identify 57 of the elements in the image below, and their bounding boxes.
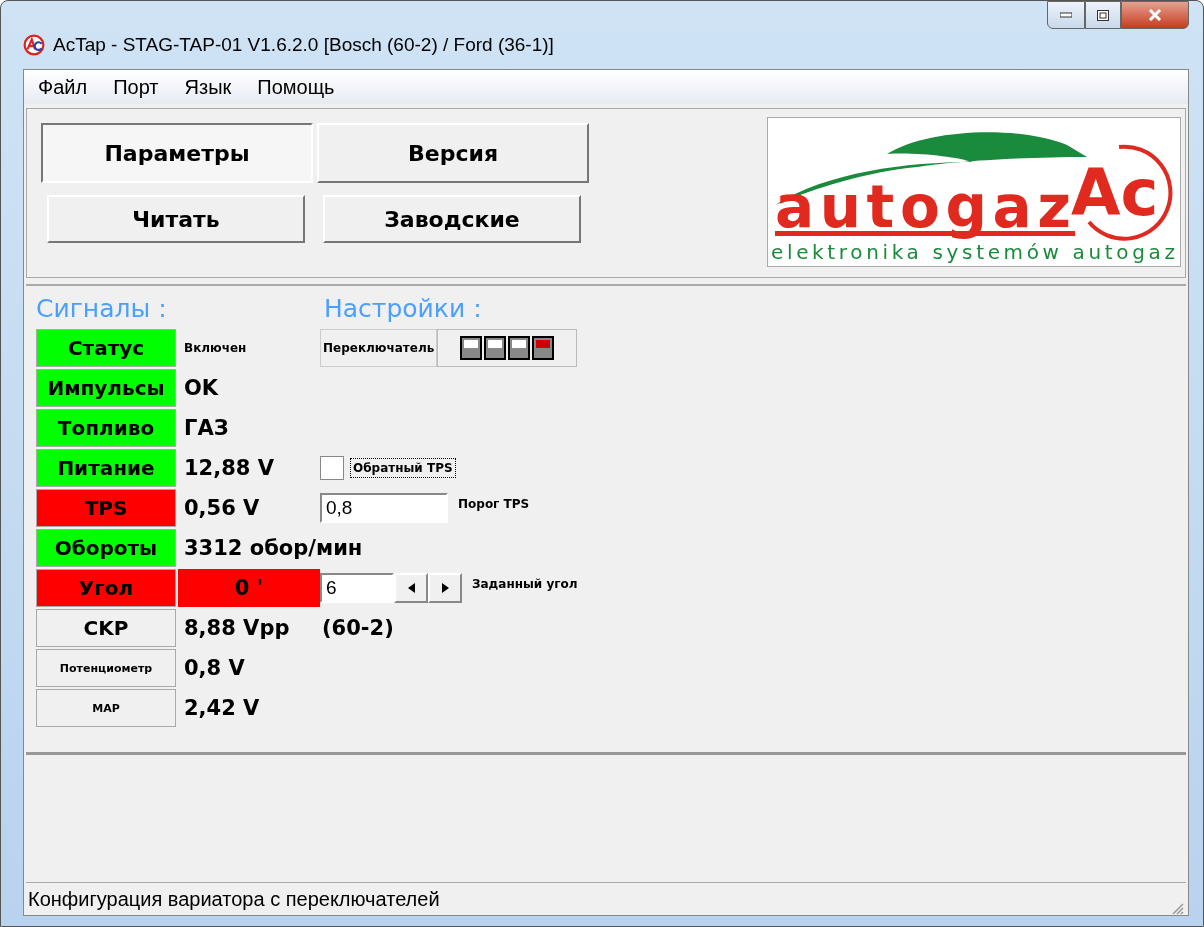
field-label: Заданный угол — [472, 577, 578, 591]
toolbar-button[interactable]: Читать — [47, 195, 305, 243]
decrease-button[interactable] — [394, 573, 428, 603]
toolbar-button[interactable]: Заводские — [323, 195, 581, 243]
close-button[interactable] — [1121, 1, 1189, 29]
status-text: Конфигурация вариатора с переключателей — [28, 887, 440, 911]
field-label: Порог TPS — [458, 497, 530, 511]
menu-item[interactable]: Помощь — [257, 75, 335, 99]
menu-item[interactable]: Файл — [38, 75, 88, 99]
dip-switch[interactable] — [460, 336, 483, 360]
signal-value: 0 ' — [178, 569, 320, 607]
signal-value: OK — [183, 375, 220, 402]
dip-switch[interactable] — [532, 336, 555, 360]
signal-label: Топливо — [36, 409, 176, 447]
signal-extra: (60-2) — [322, 616, 394, 640]
signal-value: 0,8 V — [183, 655, 246, 682]
toolbar-button[interactable]: Параметры — [41, 123, 313, 183]
menu-item[interactable]: Порт — [113, 75, 159, 99]
signal-label: TPS — [36, 489, 176, 527]
signal-value: ГАЗ — [183, 415, 230, 442]
section-title: Настройки : — [324, 294, 483, 325]
left-arrow-icon — [407, 583, 415, 593]
signal-label: CKP — [36, 609, 176, 647]
maximize-button[interactable] — [1085, 1, 1121, 29]
checkbox-label[interactable]: Обратный TPS — [350, 458, 456, 478]
resize-grip-icon — [1170, 901, 1184, 915]
signal-label: MAP — [36, 689, 176, 727]
signal-value: 2,42 V — [183, 695, 261, 722]
dip-switch[interactable] — [508, 336, 531, 360]
signal-label: Обороты — [36, 529, 176, 567]
section-title: Сигналы : — [36, 294, 168, 325]
window-title: AcTap - STAG-TAP-01 V1.6.2.0 [Bosch (60-2) / Ford (36-1)] — [53, 34, 554, 56]
threshold-field[interactable]: 0,8 — [320, 493, 448, 523]
minimize-button[interactable] — [1047, 1, 1085, 29]
menu-item[interactable]: Язык — [184, 75, 232, 99]
signal-label: Потенциометр — [36, 649, 176, 687]
signal-label: Питание — [36, 449, 176, 487]
signal-label: Статус — [36, 329, 176, 367]
close-icon — [1148, 9, 1162, 21]
signal-label: Угол — [36, 569, 176, 607]
company-logo: autogazAc elektronika systemów autogaz — [767, 117, 1181, 267]
signal-value: 8,88 Vpp — [183, 615, 291, 642]
maximize-icon — [1097, 9, 1109, 21]
angle-field[interactable]: 6 — [320, 573, 394, 603]
signal-value: 3312 обор/мин — [183, 535, 363, 562]
app-logo-icon — [23, 34, 45, 56]
signal-label: Импульсы — [36, 369, 176, 407]
checkbox[interactable] — [320, 456, 344, 480]
increase-button[interactable] — [428, 573, 462, 603]
signal-value: 0,56 V — [183, 495, 261, 522]
switch-label: Переключатель — [320, 329, 438, 367]
toolbar-button[interactable]: Версия — [317, 123, 589, 183]
signal-value: 12,88 V — [183, 455, 275, 482]
minimize-icon — [1060, 12, 1072, 18]
signal-value: Включен — [183, 340, 248, 357]
dip-switch[interactable] — [484, 336, 507, 360]
right-arrow-icon — [441, 583, 449, 593]
